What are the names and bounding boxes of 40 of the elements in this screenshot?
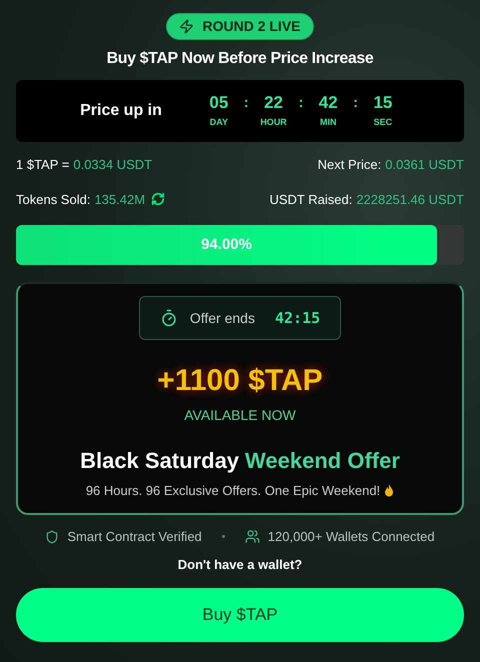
time-separator: :: [353, 93, 358, 112]
time-unit: DAY: [210, 116, 228, 130]
page-title: Buy $TAP Now Before Price Increase: [106, 49, 374, 69]
stat-value: 0.0361 USDT: [385, 156, 464, 174]
offer-headline-highlight: Weekend Offer: [245, 447, 400, 475]
time-separator: :: [298, 93, 304, 112]
stat-value: 0.0334 USDT: [73, 156, 152, 174]
offer-subtitle: 96 Hours. 96 Exclusive Offers. One Epic Weekend!: [86, 482, 380, 500]
time-value: 22: [264, 92, 284, 114]
stat-label: 1 $TAP =: [16, 156, 70, 174]
trust-text: Smart Contract Verified: [67, 528, 202, 546]
shield-icon: [45, 530, 60, 544]
time-value: 42: [318, 92, 338, 114]
stopwatch-icon: [160, 309, 178, 327]
offer-timer-value: 42:15: [274, 308, 320, 329]
progress-percent: 94.00%: [200, 234, 253, 255]
stat-label: Next Price:: [318, 156, 382, 174]
refresh-icon[interactable]: [151, 192, 166, 206]
lightning-icon: [179, 19, 194, 34]
flame-icon: [384, 484, 394, 498]
time-unit: SEC: [374, 116, 392, 130]
stat-value: 2228251.46 USDT: [356, 190, 464, 208]
availability-text: AVAILABLE NOW: [184, 406, 296, 425]
offer-timer-label: Offer ends: [190, 308, 255, 328]
time-unit: HOUR: [260, 116, 287, 130]
users-icon: [244, 529, 260, 544]
buy-button[interactable]: Buy $TAP: [16, 588, 464, 642]
time-value: 15: [373, 92, 392, 114]
stat-value: 135.42M: [94, 190, 146, 208]
wallet-link[interactable]: Don't have a wallet?: [178, 554, 302, 574]
badge-text: ROUND 2 LIVE: [202, 17, 300, 36]
time-separator: :: [244, 93, 249, 112]
bonus-amount: +1100 $TAP: [157, 363, 323, 399]
stat-label: USDT Raised:: [269, 190, 352, 208]
stat-label: Tokens Sold:: [16, 190, 90, 208]
trust-text: 120,000+ Wallets Connected: [268, 528, 435, 546]
time-unit: MIN: [320, 116, 336, 130]
countdown-label: Price up in: [80, 101, 162, 121]
offer-headline: Black Saturday: [80, 447, 240, 475]
time-value: 05: [209, 92, 228, 114]
